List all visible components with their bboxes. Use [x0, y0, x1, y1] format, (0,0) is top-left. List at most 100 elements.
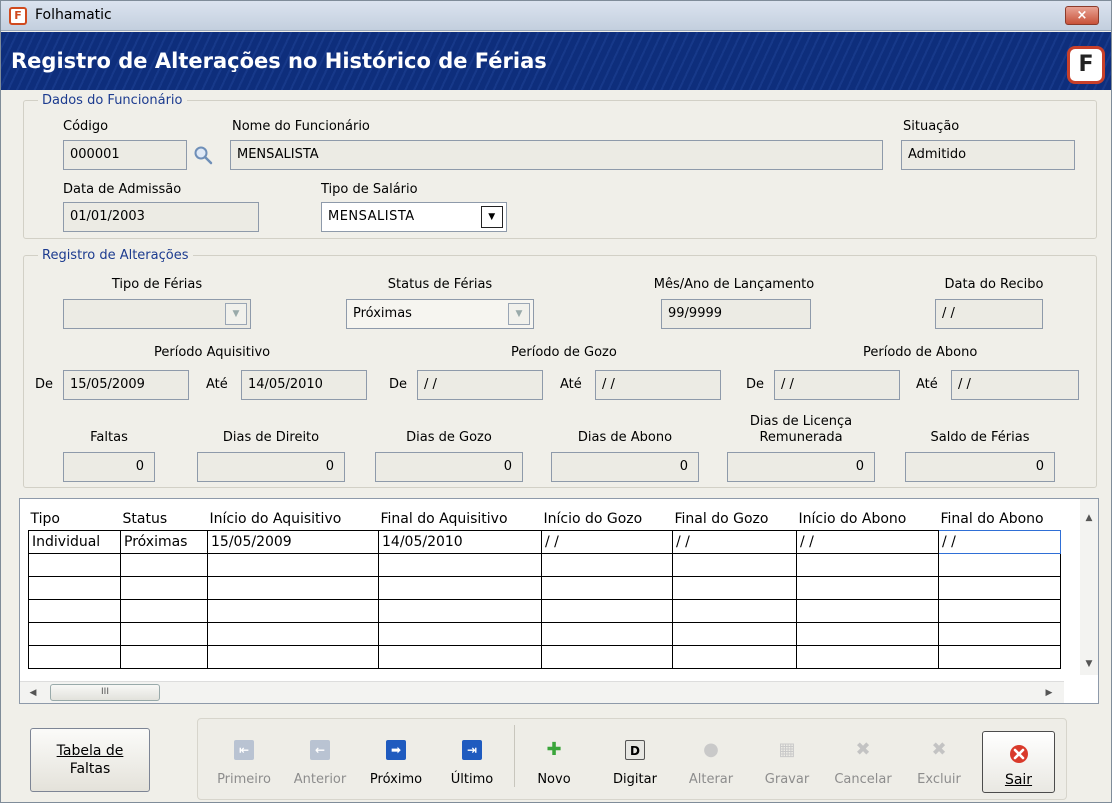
mes-ano-field[interactable]: 99/9999	[661, 299, 811, 329]
dias-gozo-field[interactable]: 0	[375, 452, 523, 482]
table-cell[interactable]	[120, 575, 208, 600]
chevron-down-icon[interactable]: ▼	[481, 206, 503, 228]
aquisitivo-de-field[interactable]: 15/05/2009	[63, 370, 189, 400]
table-cell[interactable]	[796, 575, 939, 600]
dias-licenca-field[interactable]: 0	[727, 452, 875, 482]
table-cell[interactable]	[672, 621, 797, 646]
dias-direito-field[interactable]: 0	[197, 452, 345, 482]
table-cell[interactable]	[796, 552, 939, 577]
scroll-left-icon[interactable]: ◀	[24, 684, 42, 702]
table-cell[interactable]: 14/05/2010	[378, 529, 542, 554]
gozo-de-field[interactable]: / /	[417, 370, 543, 400]
table-cell[interactable]	[541, 575, 673, 600]
table-cell[interactable]	[672, 575, 797, 600]
search-icon[interactable]	[193, 145, 213, 165]
toolbar-button-proximo[interactable]: ➡ Próximo	[358, 720, 434, 800]
tabela-faltas-button[interactable]: Tabela de Faltas	[30, 728, 150, 792]
table-cell[interactable]	[672, 552, 797, 577]
table-cell[interactable]	[541, 621, 673, 646]
table-cell[interactable]	[541, 598, 673, 623]
table-cell[interactable]	[207, 575, 379, 600]
table-cell[interactable]	[120, 552, 208, 577]
faltas-field[interactable]: 0	[63, 452, 155, 482]
column-header[interactable]: Tipo	[29, 508, 121, 530]
table-cell[interactable]	[938, 575, 1061, 600]
table-cell[interactable]	[28, 621, 121, 646]
column-header[interactable]: Final do Aquisitivo	[379, 508, 542, 530]
table-row[interactable]	[28, 575, 1061, 600]
table-cell[interactable]	[938, 598, 1061, 623]
table-cell[interactable]	[796, 644, 939, 669]
scroll-thumb[interactable]: III	[50, 684, 160, 701]
table-cell[interactable]	[207, 598, 379, 623]
tipo-salario-select[interactable]: MENSALISTA ▼	[321, 202, 507, 232]
table-cell[interactable]	[378, 575, 542, 600]
table-cell[interactable]	[672, 598, 797, 623]
table-cell[interactable]: 15/05/2009	[207, 529, 379, 554]
column-header[interactable]: Status	[121, 508, 208, 530]
column-header[interactable]: Início do Abono	[797, 508, 939, 530]
table-cell[interactable]	[28, 598, 121, 623]
table-cell[interactable]: / /	[541, 529, 673, 554]
table-cell[interactable]: Individual	[28, 529, 121, 554]
nome-field[interactable]: MENSALISTA	[230, 140, 883, 170]
table-row[interactable]	[28, 644, 1061, 669]
table-row[interactable]	[28, 621, 1061, 646]
column-header[interactable]: Final do Abono	[939, 508, 1061, 530]
table-cell[interactable]	[28, 575, 121, 600]
column-header[interactable]: Início do Gozo	[542, 508, 673, 530]
toolbar-button-anterior[interactable]: ← Anterior	[282, 720, 358, 800]
table-cell[interactable]	[938, 552, 1061, 577]
vertical-scrollbar[interactable]: ▲ ▼	[1080, 499, 1098, 675]
toolbar-button-digitar[interactable]: D Digitar	[597, 720, 673, 800]
gozo-ate-field[interactable]: / /	[595, 370, 721, 400]
table-cell[interactable]	[378, 598, 542, 623]
scroll-right-icon[interactable]: ▶	[1040, 684, 1058, 702]
dias-abono-field[interactable]: 0	[551, 452, 699, 482]
table-cell[interactable]	[28, 552, 121, 577]
data-recibo-field[interactable]: / /	[935, 299, 1043, 329]
toolbar-button-novo[interactable]: ✚ Novo	[521, 720, 587, 800]
sair-button[interactable]: Sair	[982, 731, 1055, 793]
table-cell[interactable]	[938, 644, 1061, 669]
close-button[interactable]: ×	[1065, 6, 1099, 25]
abono-ate-field[interactable]: / /	[951, 370, 1079, 400]
toolbar-button-ultimo[interactable]: ⇥ Último	[434, 720, 510, 800]
table-cell[interactable]: / /	[796, 529, 939, 554]
table-cell[interactable]	[120, 621, 208, 646]
toolbar-button-primeiro[interactable]: ⇤ Primeiro	[206, 720, 282, 800]
table-cell[interactable]	[541, 644, 673, 669]
table-cell[interactable]	[207, 644, 379, 669]
admissao-field[interactable]: 01/01/2003	[63, 202, 259, 232]
column-header[interactable]: Início do Aquisitivo	[208, 508, 379, 530]
table-cell[interactable]	[796, 621, 939, 646]
table-cell[interactable]	[796, 598, 939, 623]
table-cell[interactable]: / /	[938, 529, 1061, 554]
table-cell[interactable]	[207, 552, 379, 577]
table-cell[interactable]	[28, 644, 121, 669]
toolbar-button-cancelar[interactable]: ✖ Cancelar	[825, 720, 901, 800]
table-cell[interactable]	[120, 644, 208, 669]
table-cell[interactable]	[672, 644, 797, 669]
scroll-up-icon[interactable]: ▲	[1080, 509, 1098, 527]
table-row[interactable]	[28, 598, 1061, 623]
codigo-field[interactable]: 000001	[63, 140, 187, 170]
table-cell[interactable]	[207, 621, 379, 646]
toolbar-button-gravar[interactable]: ▦ Gravar	[749, 720, 825, 800]
abono-de-field[interactable]: / /	[774, 370, 900, 400]
table-cell[interactable]: / /	[672, 529, 797, 554]
table-cell[interactable]	[938, 621, 1061, 646]
aquisitivo-ate-field[interactable]: 14/05/2010	[241, 370, 367, 400]
column-header[interactable]: Final do Gozo	[673, 508, 797, 530]
table-cell[interactable]: Próximas	[120, 529, 208, 554]
table-cell[interactable]	[120, 598, 208, 623]
toolbar-button-excluir[interactable]: ✖ Excluir	[901, 720, 977, 800]
horizontal-scrollbar[interactable]: ◀ III ▶	[20, 681, 1064, 703]
history-grid[interactable]: Tipo Status Início do Aquisitivo Final do A…	[19, 498, 1099, 704]
table-cell[interactable]	[378, 621, 542, 646]
table-cell[interactable]	[378, 552, 542, 577]
table-row[interactable]: Individual Próximas 15/05/2009 14/05/2010/ …	[28, 529, 1061, 554]
table-cell[interactable]	[541, 552, 673, 577]
toolbar-button-alterar[interactable]: ● Alterar	[673, 720, 749, 800]
table-cell[interactable]	[378, 644, 542, 669]
